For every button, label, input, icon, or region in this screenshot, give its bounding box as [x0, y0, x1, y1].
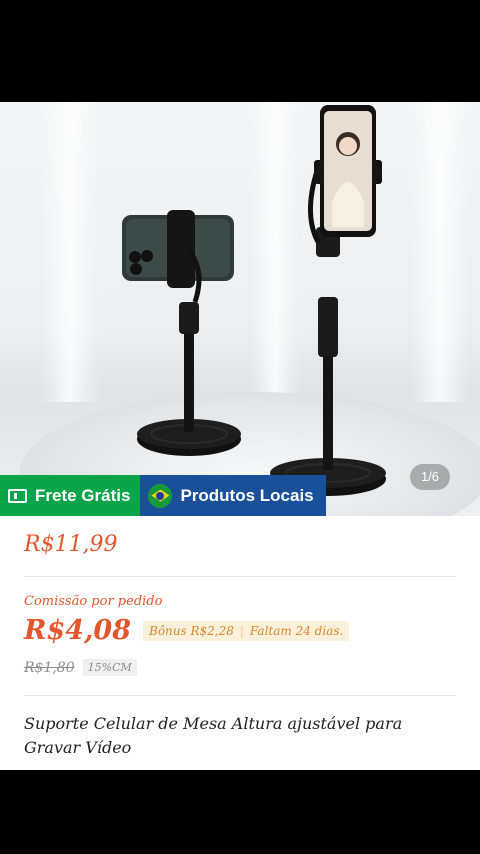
brazil-flag-icon [148, 483, 173, 508]
local-products-label: Produtos Locais [180, 485, 314, 505]
bonus-badge: Bônus R$2,28 | Faltam 24 dias. [143, 620, 350, 641]
divider [24, 695, 456, 696]
commission-value: R$4,08 [24, 615, 131, 646]
commission-rate-badge: 15%CM [82, 659, 137, 676]
local-products-badge: Produtos Locais [140, 475, 326, 516]
commission-row: R$4,08 Bônus R$2,28 | Faltam 24 dias. [24, 615, 350, 646]
product-price: R$11,99 [24, 532, 118, 557]
original-commission: R$1,80 [24, 659, 75, 676]
product-screen: 1/6 Frete Grátis Produtos Locais R$11,99… [0, 102, 480, 770]
badge-row: Frete Grátis Produtos Locais [0, 475, 326, 516]
short-phone-stand [122, 210, 241, 456]
bonus-separator: | [239, 623, 244, 638]
free-shipping-badge: Frete Grátis [0, 475, 141, 516]
commission-label: Comissão por pedido [24, 594, 163, 609]
product-title: Suporte Celular de Mesa Altura ajustável… [24, 714, 403, 757]
original-commission-row: R$1,80 15%CM [24, 659, 137, 676]
ticket-icon [8, 488, 27, 503]
free-shipping-label: Frete Grátis [35, 485, 131, 505]
image-counter: 1/6 [410, 464, 450, 490]
product-image [122, 105, 386, 496]
bonus-remaining: Faltam 24 dias. [249, 623, 344, 638]
product-image-gallery[interactable]: 1/6 Frete Grátis Produtos Locais [0, 102, 480, 516]
tall-phone-stand [270, 105, 386, 496]
divider [24, 576, 456, 577]
bonus-amount: Bônus R$2,28 [149, 623, 234, 638]
